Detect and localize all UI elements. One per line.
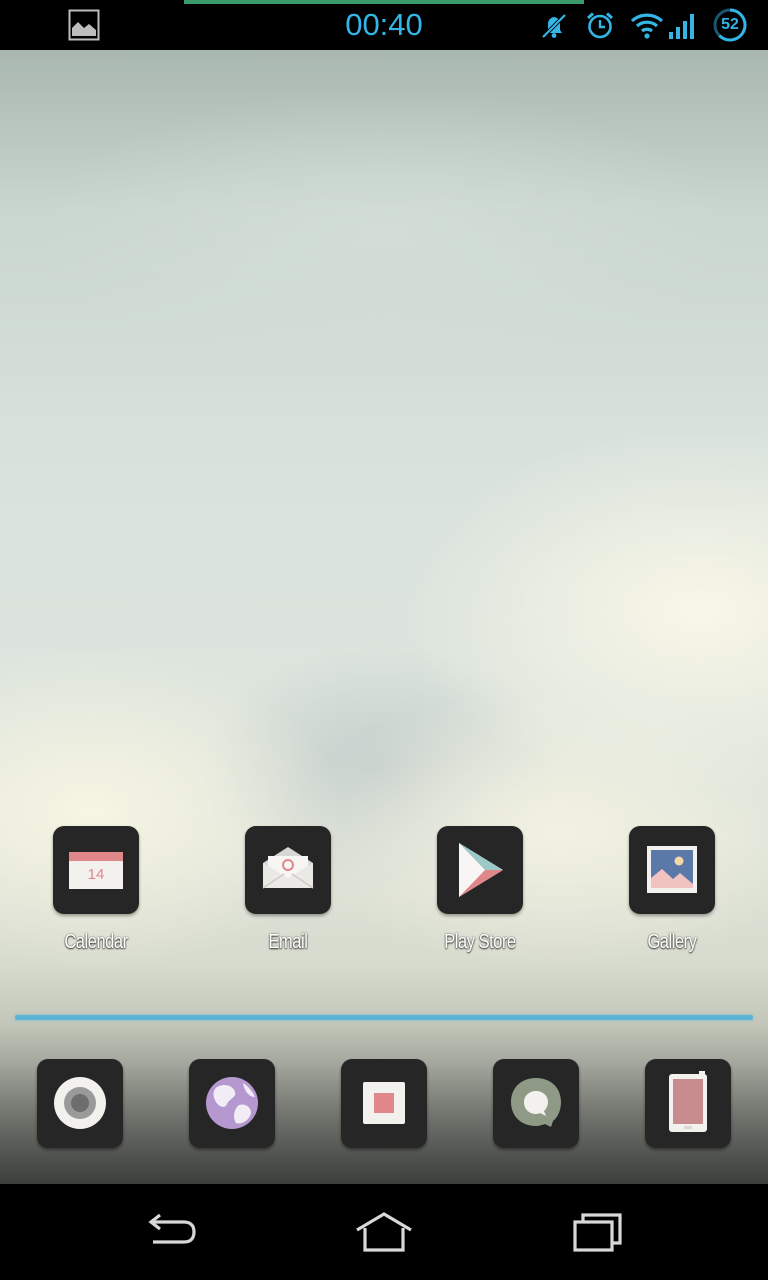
dock-phone[interactable] bbox=[645, 1059, 731, 1148]
status-progress-line bbox=[184, 0, 584, 4]
calendar-tile[interactable]: 14 bbox=[53, 826, 139, 914]
recent-apps-button[interactable] bbox=[553, 1204, 643, 1260]
dock-divider bbox=[15, 1015, 753, 1020]
app-play-store[interactable]: Play Store bbox=[405, 826, 555, 954]
dock-camera[interactable] bbox=[37, 1059, 123, 1148]
app-gallery[interactable]: Gallery bbox=[597, 826, 747, 954]
app-email[interactable]: Email bbox=[213, 826, 363, 954]
play-store-tile[interactable] bbox=[437, 826, 523, 914]
back-button[interactable] bbox=[127, 1204, 217, 1260]
app-label-play-store: Play Store bbox=[444, 931, 516, 953]
gallery-tile[interactable] bbox=[629, 826, 715, 914]
notifications-muted-icon bbox=[540, 12, 568, 44]
app-label-calendar: Calendar bbox=[64, 931, 128, 953]
dock-messaging[interactable] bbox=[493, 1059, 579, 1148]
battery-level-text: 52 bbox=[721, 16, 739, 33]
calendar-date: 14 bbox=[87, 866, 105, 883]
email-tile[interactable] bbox=[245, 826, 331, 914]
status-bar[interactable]: 00:40 52 bbox=[0, 0, 768, 50]
home-wallpaper bbox=[0, 50, 768, 1184]
navigation-bar bbox=[0, 1184, 768, 1280]
app-calendar[interactable]: 14 Calendar bbox=[21, 826, 171, 954]
alarm-icon bbox=[585, 10, 615, 44]
dock-app-drawer[interactable] bbox=[341, 1059, 427, 1148]
signal-icon bbox=[667, 12, 697, 44]
app-label-gallery: Gallery bbox=[647, 931, 697, 953]
home-button[interactable] bbox=[339, 1204, 429, 1260]
dock-browser[interactable] bbox=[189, 1059, 275, 1148]
wifi-icon bbox=[630, 11, 664, 43]
app-label-email: Email bbox=[268, 931, 308, 953]
